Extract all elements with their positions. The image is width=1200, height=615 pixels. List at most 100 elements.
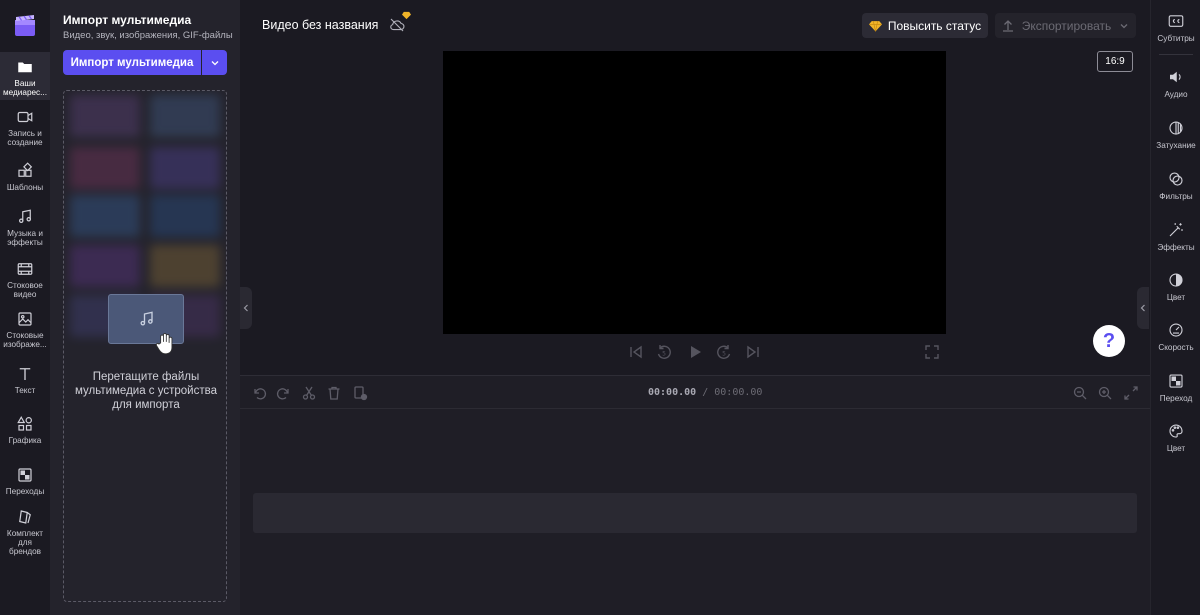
collapse-properties-panel-button[interactable] bbox=[1137, 287, 1149, 329]
rail-item-filters[interactable]: Фильтры bbox=[1151, 170, 1200, 201]
time-separator: / bbox=[702, 387, 709, 398]
rail-item-your-media[interactable]: Ваши медиарес... bbox=[0, 52, 50, 100]
forward-5s-icon[interactable]: 5 bbox=[715, 343, 733, 361]
trash-icon[interactable] bbox=[326, 385, 342, 401]
rail-item-label: Цвет bbox=[1166, 444, 1186, 453]
rail-item-label: Ваши медиарес... bbox=[3, 79, 47, 97]
chevron-down-icon bbox=[211, 60, 218, 65]
magic-wand-icon bbox=[1169, 223, 1183, 237]
premium-gem-icon bbox=[402, 11, 411, 20]
media-dropzone[interactable]: Перетащите файлы мультимедиа с устройств… bbox=[63, 90, 227, 602]
folder-icon bbox=[18, 62, 32, 73]
music-note-icon bbox=[140, 311, 153, 326]
upgrade-button[interactable]: Повысить статус bbox=[862, 13, 988, 38]
rail-item-label: Скорость bbox=[1158, 343, 1194, 352]
svg-text:5: 5 bbox=[662, 351, 666, 358]
rail-item-templates[interactable]: Шаблоны bbox=[0, 162, 50, 194]
dropzone-instructions: Перетащите файлы мультимедиа с устройств… bbox=[75, 371, 217, 411]
rail-item-label: Графика bbox=[8, 436, 42, 445]
upgrade-label: Повысить статус bbox=[887, 18, 982, 33]
left-navigation-rail: Ваши медиарес... Запись и создание Шабло… bbox=[0, 0, 50, 615]
export-label: Экспортировать bbox=[1021, 18, 1112, 33]
rail-item-audio[interactable]: Аудио bbox=[1151, 68, 1200, 99]
premium-gem-icon bbox=[868, 20, 882, 31]
svg-text:5: 5 bbox=[722, 351, 726, 358]
rail-item-label: Эффекты bbox=[1157, 243, 1195, 252]
add-to-timeline-icon[interactable] bbox=[352, 385, 368, 401]
collapse-media-panel-button[interactable] bbox=[240, 287, 252, 329]
rail-item-label: Фильтры bbox=[1159, 192, 1193, 201]
clipchamp-logo-icon bbox=[15, 15, 35, 36]
rail-item-label: Музыка и эффекты bbox=[7, 229, 43, 247]
speedometer-icon bbox=[1169, 323, 1183, 337]
skip-to-end-icon[interactable] bbox=[744, 343, 762, 361]
chevron-left-icon bbox=[243, 304, 248, 312]
timeline-toolbar: 00:00.00 / 00:00.00 bbox=[240, 376, 1150, 409]
palette-icon bbox=[1169, 424, 1183, 438]
current-time: 00:00.00 bbox=[648, 387, 697, 398]
image-icon bbox=[18, 312, 32, 326]
zoom-in-icon[interactable] bbox=[1097, 385, 1113, 401]
rail-item-label: Шаблоны bbox=[6, 183, 44, 192]
rail-item-label: Аудио bbox=[1164, 90, 1188, 99]
scissors-icon[interactable] bbox=[301, 385, 317, 401]
skip-to-start-icon[interactable] bbox=[627, 343, 645, 361]
import-media-button[interactable]: Импорт мультимедиа bbox=[63, 50, 201, 75]
rail-item-speed[interactable]: Скорость bbox=[1151, 321, 1200, 352]
contrast-icon bbox=[1169, 273, 1183, 287]
rail-item-label: Стоковые изображе... bbox=[3, 331, 47, 349]
filters-icon bbox=[1169, 172, 1183, 186]
fit-timeline-icon[interactable] bbox=[1123, 385, 1139, 401]
rail-item-stock-images[interactable]: Стоковые изображе... bbox=[0, 310, 50, 352]
rail-item-fade[interactable]: Затухание bbox=[1151, 119, 1200, 150]
music-icon bbox=[19, 209, 32, 224]
rail-item-text[interactable]: Текст bbox=[0, 365, 50, 397]
camera-icon bbox=[17, 111, 33, 123]
rail-item-label: Комплект для брендов bbox=[6, 529, 44, 556]
export-button[interactable]: Экспортировать bbox=[995, 13, 1136, 38]
redo-icon[interactable] bbox=[276, 385, 292, 401]
rail-item-effects[interactable]: Эффекты bbox=[1151, 221, 1200, 252]
help-button[interactable]: ? bbox=[1093, 325, 1125, 357]
rail-item-label: Текст bbox=[14, 386, 36, 395]
chevron-left-icon bbox=[1140, 304, 1145, 312]
rewind-5s-icon[interactable]: 5 bbox=[655, 343, 673, 361]
rail-item-label: Субтитры bbox=[1157, 34, 1195, 43]
timecode: 00:00.00 / 00:00.00 bbox=[648, 387, 762, 398]
rail-item-graphics[interactable]: Графика bbox=[0, 415, 50, 447]
panel-title: Импорт мультимедиа bbox=[63, 13, 192, 27]
grab-hand-icon bbox=[155, 333, 173, 355]
media-import-panel: Импорт мультимедиа Видео, звук, изображе… bbox=[50, 0, 240, 615]
rail-item-color-palette[interactable]: Цвет bbox=[1151, 422, 1200, 453]
video-preview-canvas[interactable] bbox=[443, 51, 946, 334]
rail-item-brand-kit[interactable]: Комплект для брендов bbox=[0, 508, 50, 556]
rail-item-captions[interactable]: Субтитры bbox=[1151, 12, 1200, 43]
rail-item-label: Запись и создание bbox=[7, 129, 43, 147]
chevron-down-icon bbox=[1120, 23, 1128, 28]
text-icon bbox=[19, 368, 31, 380]
properties-rail: Субтитры Аудио Затухание Фильтры Эффекты… bbox=[1150, 0, 1200, 615]
aspect-ratio-button[interactable]: 16:9 bbox=[1097, 51, 1133, 72]
timeline-track[interactable] bbox=[253, 493, 1137, 533]
rail-item-transition[interactable]: Переход bbox=[1151, 372, 1200, 403]
import-options-dropdown[interactable] bbox=[202, 50, 227, 75]
rail-divider bbox=[1159, 54, 1193, 55]
fade-icon bbox=[1169, 121, 1183, 135]
shapes-icon bbox=[17, 416, 32, 431]
speaker-icon bbox=[1170, 71, 1181, 83]
play-icon[interactable] bbox=[686, 343, 704, 361]
rail-item-stock-video[interactable]: Стоковое видео bbox=[0, 260, 50, 302]
transition-icon bbox=[18, 468, 32, 482]
total-time: 00:00.00 bbox=[714, 387, 763, 398]
zoom-out-icon[interactable] bbox=[1072, 385, 1088, 401]
rail-item-label: Затухание bbox=[1156, 141, 1196, 150]
transition-icon bbox=[1169, 374, 1183, 388]
rail-item-transitions[interactable]: Переходы bbox=[0, 466, 50, 498]
upload-icon bbox=[1002, 20, 1013, 32]
rail-item-color[interactable]: Цвет bbox=[1151, 271, 1200, 302]
rail-item-music-effects[interactable]: Музыка и эффекты bbox=[0, 208, 50, 250]
project-title[interactable]: Видео без названия bbox=[262, 18, 378, 32]
undo-icon[interactable] bbox=[251, 385, 267, 401]
rail-item-record-create[interactable]: Запись и создание bbox=[0, 108, 50, 150]
fullscreen-icon[interactable] bbox=[923, 343, 941, 361]
